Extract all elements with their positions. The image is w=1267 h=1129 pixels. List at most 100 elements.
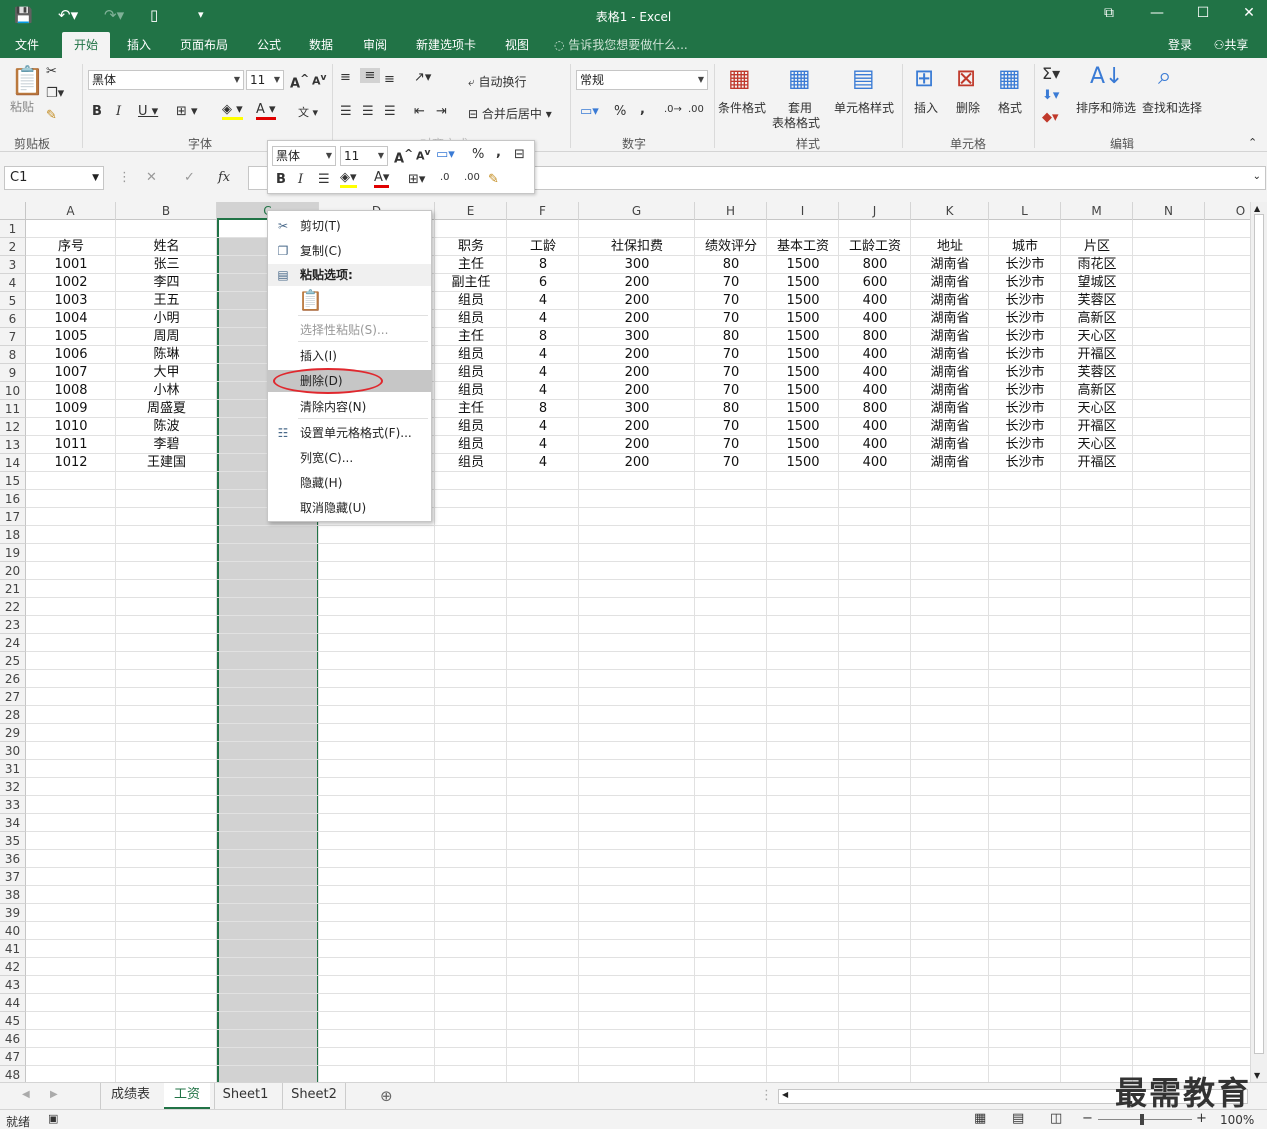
zoom-level[interactable]: 100%	[1220, 1113, 1254, 1127]
normal-view-icon[interactable]: ▦	[974, 1111, 986, 1126]
cell-a9[interactable]: 1007	[26, 364, 116, 382]
bold-icon[interactable]: B	[92, 104, 102, 119]
cell-a11[interactable]: 1009	[26, 400, 116, 418]
row-header[interactable]: 16	[0, 490, 26, 508]
cell-j11[interactable]: 800	[839, 400, 911, 418]
mini-increase-font-icon[interactable]: A^	[394, 147, 413, 166]
cell-j9[interactable]: 400	[839, 364, 911, 382]
row-header[interactable]: 24	[0, 634, 26, 652]
row-header[interactable]: 4	[0, 274, 26, 292]
conditional-format-button[interactable]: 条件格式	[718, 99, 766, 116]
cell-g9[interactable]: 200	[579, 364, 695, 382]
row-header[interactable]: 9	[0, 364, 26, 382]
menu-item-0[interactable]: ✂ 剪切(T)	[268, 215, 431, 237]
tab-new[interactable]: 新建选项卡	[408, 32, 484, 58]
row-header[interactable]: 21	[0, 580, 26, 598]
cell-f2[interactable]: 工龄	[507, 238, 579, 256]
cell-h7[interactable]: 80	[695, 328, 767, 346]
clear-icon[interactable]: ◆▾	[1042, 110, 1059, 125]
scroll-down-icon[interactable]: ▼	[1254, 1071, 1260, 1080]
tab-review[interactable]: 审阅	[354, 32, 396, 58]
cell-a7[interactable]: 1005	[26, 328, 116, 346]
cell-b5[interactable]: 王五	[116, 292, 217, 310]
sort-filter-icon[interactable]: A↓	[1090, 64, 1123, 89]
row-header[interactable]: 36	[0, 850, 26, 868]
tab-data[interactable]: 数据	[300, 32, 342, 58]
cell-g3[interactable]: 300	[579, 256, 695, 274]
autosum-icon[interactable]: Σ▾	[1042, 64, 1060, 83]
increase-decimal-icon[interactable]: .0→	[664, 104, 682, 115]
cell-e12[interactable]: 组员	[435, 418, 507, 436]
cell-i4[interactable]: 1500	[767, 274, 839, 292]
cell-g2[interactable]: 社保扣费	[579, 238, 695, 256]
cell-b14[interactable]: 王建国	[116, 454, 217, 472]
row-header[interactable]: 23	[0, 616, 26, 634]
cell-m13[interactable]: 天心区	[1061, 436, 1133, 454]
format-table-icon[interactable]: ▦	[788, 64, 811, 92]
orientation-icon[interactable]: ↗▾	[414, 70, 431, 85]
insert-function-icon[interactable]: fx	[218, 170, 230, 185]
find-select-button[interactable]: 查找和选择	[1142, 99, 1202, 116]
cell-j12[interactable]: 400	[839, 418, 911, 436]
increase-indent-icon[interactable]: ⇥	[436, 104, 447, 119]
cell-j4[interactable]: 600	[839, 274, 911, 292]
font-name-combo[interactable]: 黑体 ▼	[88, 70, 244, 90]
mini-merge-icon[interactable]: ⊟	[514, 147, 525, 162]
cell-g5[interactable]: 200	[579, 292, 695, 310]
select-all-corner[interactable]	[0, 202, 26, 220]
row-header[interactable]: 1	[0, 220, 26, 238]
cell-l12[interactable]: 长沙市	[989, 418, 1061, 436]
cell-h11[interactable]: 80	[695, 400, 767, 418]
mini-font-combo[interactable]: 黑体 ▼	[272, 146, 336, 166]
row-header[interactable]: 46	[0, 1030, 26, 1048]
cell-l3[interactable]: 长沙市	[989, 256, 1061, 274]
cell-a14[interactable]: 1012	[26, 454, 116, 472]
percent-icon[interactable]: %	[614, 104, 626, 119]
cell-f4[interactable]: 6	[507, 274, 579, 292]
column-header-i[interactable]: I	[767, 202, 839, 220]
cell-h6[interactable]: 70	[695, 310, 767, 328]
column-header-k[interactable]: K	[911, 202, 989, 220]
cell-b9[interactable]: 大甲	[116, 364, 217, 382]
tab-view[interactable]: 视图	[496, 32, 538, 58]
sheet-tab-salary[interactable]: 工资	[164, 1083, 210, 1109]
name-box[interactable]: C1 ▼	[4, 166, 104, 190]
column-header-m[interactable]: M	[1061, 202, 1133, 220]
row-header[interactable]: 19	[0, 544, 26, 562]
row-header[interactable]: 26	[0, 670, 26, 688]
row-header[interactable]: 7	[0, 328, 26, 346]
cell-k2[interactable]: 地址	[911, 238, 989, 256]
cell-i9[interactable]: 1500	[767, 364, 839, 382]
row-header[interactable]: 2	[0, 238, 26, 256]
cell-a4[interactable]: 1002	[26, 274, 116, 292]
row-header[interactable]: 40	[0, 922, 26, 940]
cell-l14[interactable]: 长沙市	[989, 454, 1061, 472]
wrap-text-button[interactable]: ⤶ 自动换行	[468, 73, 527, 90]
cell-h4[interactable]: 70	[695, 274, 767, 292]
cell-b13[interactable]: 李碧	[116, 436, 217, 454]
cell-l8[interactable]: 长沙市	[989, 346, 1061, 364]
cell-b11[interactable]: 周盛夏	[116, 400, 217, 418]
font-size-combo[interactable]: 11 ▼	[246, 70, 284, 90]
cell-a2[interactable]: 序号	[26, 238, 116, 256]
cell-f3[interactable]: 8	[507, 256, 579, 274]
mini-align-center-icon[interactable]: ☰	[318, 172, 330, 187]
comma-icon[interactable]: ,	[640, 102, 645, 117]
cell-l5[interactable]: 长沙市	[989, 292, 1061, 310]
row-header[interactable]: 18	[0, 526, 26, 544]
cell-g6[interactable]: 200	[579, 310, 695, 328]
cell-h14[interactable]: 70	[695, 454, 767, 472]
row-header[interactable]: 8	[0, 346, 26, 364]
cell-l2[interactable]: 城市	[989, 238, 1061, 256]
cell-g13[interactable]: 200	[579, 436, 695, 454]
cell-e2[interactable]: 职务	[435, 238, 507, 256]
cell-i7[interactable]: 1500	[767, 328, 839, 346]
row-header[interactable]: 6	[0, 310, 26, 328]
cell-i6[interactable]: 1500	[767, 310, 839, 328]
mini-decrease-decimal-icon[interactable]: .00	[464, 172, 480, 183]
sign-in-link[interactable]: 登录	[1160, 32, 1200, 58]
row-header[interactable]: 44	[0, 994, 26, 1012]
row-header[interactable]: 3	[0, 256, 26, 274]
copy-icon[interactable]: ❐▾	[46, 86, 64, 101]
underline-icon[interactable]: U ▾	[138, 104, 158, 119]
